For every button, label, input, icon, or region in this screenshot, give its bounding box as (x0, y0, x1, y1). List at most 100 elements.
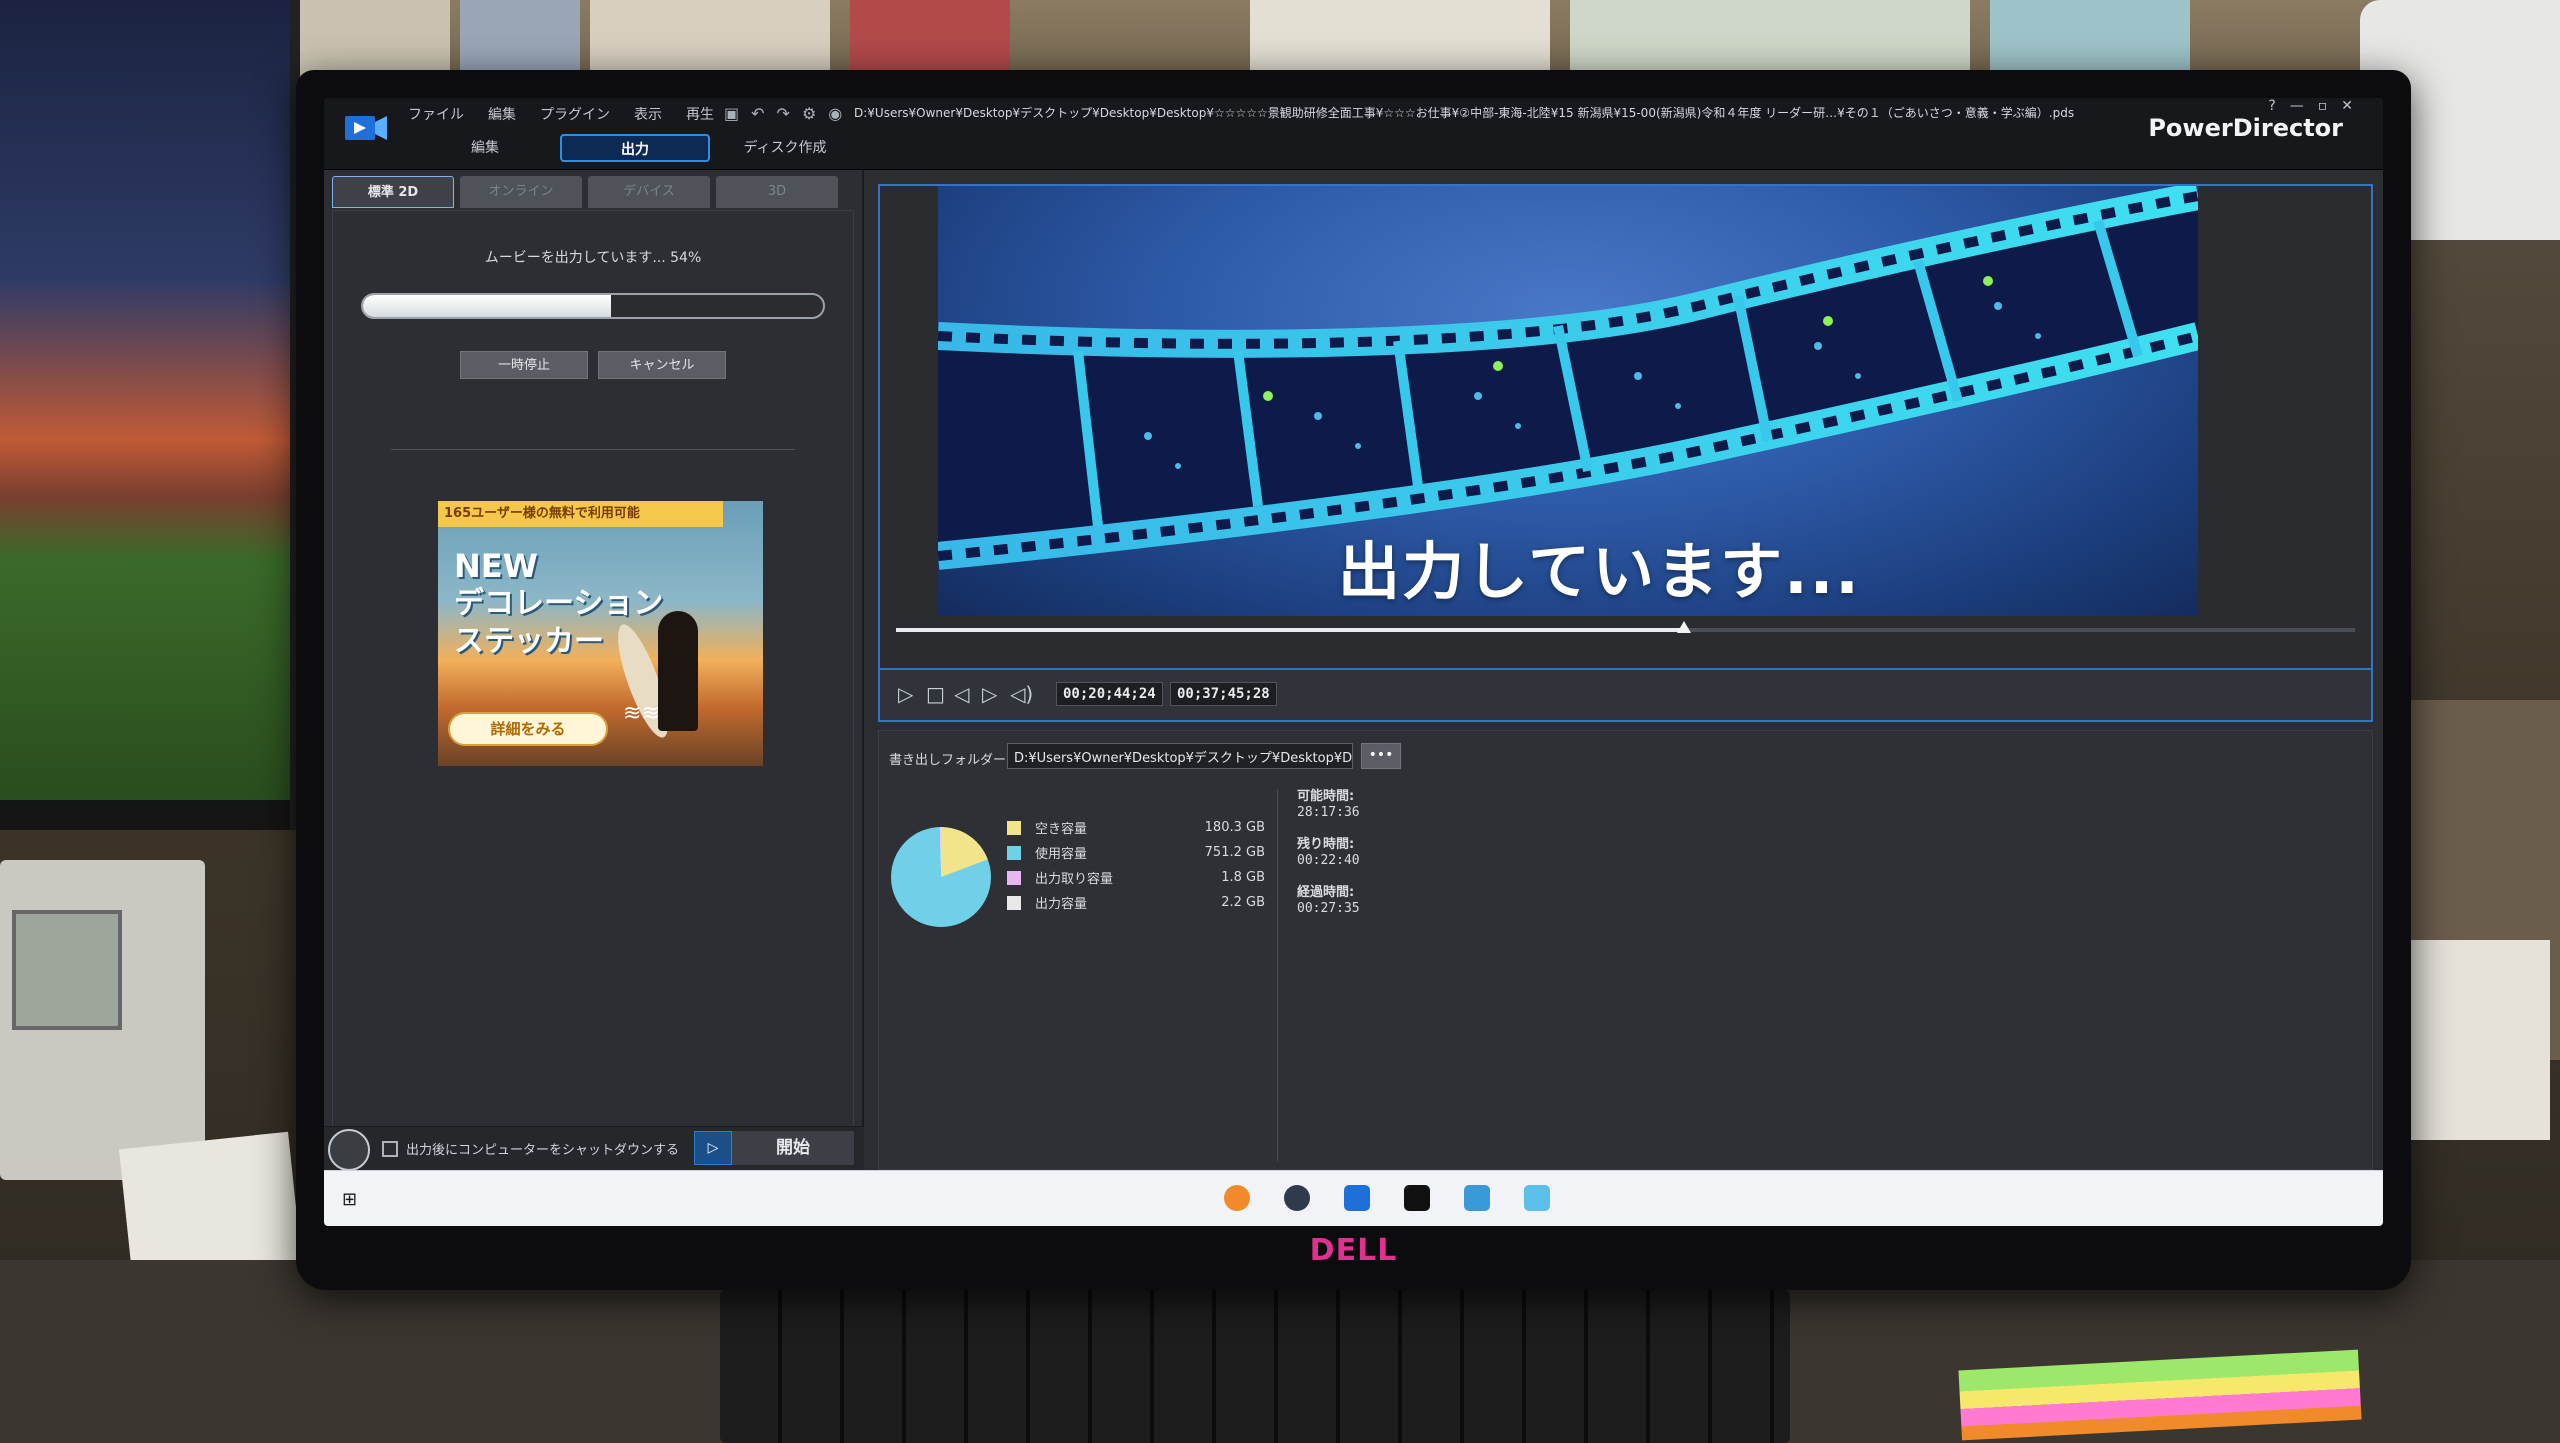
app-taskbar-icon[interactable] (1404, 1185, 1430, 1211)
save-icon[interactable]: ▣ (724, 104, 739, 123)
legend-swatch (1007, 845, 1021, 860)
menu-playback[interactable]: 再生 (686, 104, 714, 124)
elapsed-time-value: 00:27:35 (1297, 901, 1360, 916)
settings-icon[interactable]: ⚙ (802, 104, 816, 123)
menu-plugins[interactable]: プラグイン (540, 104, 610, 124)
secondary-monitor (0, 0, 300, 830)
help-icon[interactable]: ? (2268, 98, 2275, 114)
cancel-button[interactable]: キャンセル (598, 351, 726, 379)
legend-row-used: 使用容量 751.2 GB (1007, 840, 1265, 865)
start-button[interactable]: ▷ 開始 (694, 1131, 854, 1165)
tab-standard-2d[interactable]: 標準 2D (332, 176, 454, 208)
minimize-icon[interactable]: — (2290, 98, 2304, 114)
project-file-path: D:¥Users¥Owner¥Desktop¥デスクトップ¥Desktop¥De… (854, 106, 2075, 120)
available-time-value: 28:17:36 (1297, 805, 1360, 820)
chrome-icon[interactable] (1284, 1185, 1310, 1211)
snapshot-icon[interactable]: ◉ (828, 104, 842, 123)
disk-usage-legend: 空き容量 180.3 GB 使用容量 751.2 GB 出力取り容量 1.8 G… (1007, 815, 1265, 915)
scrubber-handle[interactable] (1676, 621, 1691, 633)
produce-bottom-bar: 出力後にコンピューターをシャットダウンする ▷ 開始 (324, 1126, 864, 1171)
windows-taskbar: ⊞ (324, 1170, 2383, 1226)
preview-video: 出力しています... (938, 186, 2198, 616)
tab-online[interactable]: オンライン (460, 176, 582, 208)
remaining-time-label: 残り時間: (1297, 837, 1355, 852)
legend-name: 出力容量 (1035, 897, 1088, 912)
ad-new-label: NEW (454, 547, 538, 585)
produce-icon: ▷ (694, 1131, 732, 1165)
ad-banner-sticker[interactable]: 165ユーザー様の無料で利用可能 NEW デコレーション ステッカー ≋≋ 詳細… (438, 501, 763, 766)
progress-buttons: 一時停止 キャンセル (333, 351, 853, 379)
tab-device[interactable]: デバイス (588, 176, 710, 208)
ad-details-button[interactable]: 詳細をみる (448, 712, 608, 746)
ad-title-line1: デコレーション (454, 586, 664, 621)
window-controls: ? — ▫ ✕ (2268, 98, 2353, 114)
powerdirector-taskbar-icon[interactable] (1344, 1185, 1370, 1211)
hardware-accel-toggle[interactable] (328, 1129, 370, 1171)
prev-frame-icon[interactable]: ◁ (954, 682, 969, 706)
produce-panel-body: ムービーを出力しています... 54% 一時停止 キャンセル 165ユーザー様の… (332, 210, 854, 1170)
legend-row-free: 空き容量 180.3 GB (1007, 815, 1265, 840)
clock-face (12, 910, 122, 1030)
legend-row-output: 出力容量 2.2 GB (1007, 890, 1265, 915)
menu-view[interactable]: 表示 (634, 104, 662, 124)
format-tabs: 標準 2D オンライン デバイス 3D (324, 170, 862, 210)
browser-icon[interactable] (1224, 1185, 1250, 1211)
timecode-total: 00;37;45;28 (1170, 682, 1277, 706)
volume-icon[interactable]: ◁) (1010, 682, 1033, 706)
disk-usage-pie (891, 827, 991, 927)
start-label: 開始 (732, 1131, 854, 1165)
produce-panel: 標準 2D オンライン デバイス 3D ムービーを出力しています... 54% … (324, 170, 864, 1170)
legend-swatch (1007, 895, 1021, 910)
legend-value: 751.2 GB (1204, 845, 1265, 860)
keyboard (720, 1290, 1790, 1443)
progress-bar-fill (363, 295, 612, 317)
taskbar-icons (1224, 1185, 1550, 1211)
output-folder-field[interactable]: D:¥Users¥Owner¥Desktop¥デスクトップ¥Desktop¥De… (1007, 743, 1353, 769)
panel-divider (391, 449, 795, 450)
stop-icon[interactable]: □ (926, 682, 945, 706)
app-brand: PowerDirector (2148, 114, 2343, 142)
tab-3d[interactable]: 3D (716, 176, 838, 208)
next-frame-icon[interactable]: ▷ (982, 682, 997, 706)
windows-start-icon[interactable]: ⊞ (342, 1189, 357, 1210)
pause-button[interactable]: 一時停止 (460, 351, 588, 379)
legend-row-temp: 出力取り容量 1.8 GB (1007, 865, 1265, 890)
mode-tab-disc[interactable]: ディスク作成 (710, 134, 860, 162)
preview-window: 出力しています... (878, 184, 2373, 670)
play-icon[interactable]: ▷ (898, 682, 913, 706)
redo-icon[interactable]: ↷ (777, 104, 790, 123)
tissue-box (2400, 940, 2550, 1140)
legend-name: 出力取り容量 (1035, 872, 1114, 887)
timecode-current: 00;20;44;24 (1056, 682, 1163, 706)
mail-taskbar-icon[interactable] (1524, 1185, 1550, 1211)
maximize-icon[interactable]: ▫ (2318, 98, 2328, 114)
undo-icon[interactable]: ↶ (751, 104, 764, 123)
info-divider (1277, 789, 1278, 1161)
screen: ファイル 編集 プラグイン 表示 再生 ▣ ↶ ↷ ⚙ ◉ D:¥Users¥O… (324, 98, 2383, 1226)
close-icon[interactable]: ✕ (2341, 98, 2353, 114)
preview-caption: 出力しています... (1338, 535, 1861, 608)
scrubber-fill (896, 628, 1684, 632)
menu-bar: ファイル 編集 プラグイン 表示 再生 (408, 104, 714, 124)
desk-clock (0, 860, 205, 1180)
legend-swatch (1007, 820, 1021, 835)
main-monitor: ファイル 編集 プラグイン 表示 再生 ▣ ↶ ↷ ⚙ ◉ D:¥Users¥O… (296, 70, 2411, 1290)
dell-logo: DELL (1309, 1233, 1398, 1268)
available-time-label: 可能時間: (1297, 789, 1355, 804)
time-stats: 可能時間: 28:17:36 残り時間: 00:22:40 経過時間: 00:2… (1297, 785, 1360, 929)
legend-name: 使用容量 (1035, 847, 1088, 862)
wave-icon: ≋≋ (623, 701, 660, 726)
elapsed-time-label: 経過時間: (1297, 885, 1355, 900)
mode-tab-produce[interactable]: 出力 (560, 134, 710, 162)
preview-scrubber[interactable] (896, 621, 2355, 633)
mode-tab-edit[interactable]: 編集 (410, 134, 560, 162)
browse-folder-button[interactable]: ••• (1361, 743, 1401, 769)
output-info-panel: 書き出しフォルダー: D:¥Users¥Owner¥Desktop¥デスクトップ… (878, 730, 2373, 1170)
playback-controls: ▷ □ ◁ ▷ ◁) 00;20;44;24 00;37;45;28 (878, 670, 2373, 722)
menu-edit[interactable]: 編集 (488, 104, 516, 124)
quick-toolbar: ▣ ↶ ↷ ⚙ ◉ (724, 104, 842, 123)
menu-file[interactable]: ファイル (408, 104, 464, 124)
shutdown-checkbox[interactable] (382, 1141, 398, 1157)
photos-taskbar-icon[interactable] (1464, 1185, 1490, 1211)
remaining-time-value: 00:22:40 (1297, 853, 1360, 868)
